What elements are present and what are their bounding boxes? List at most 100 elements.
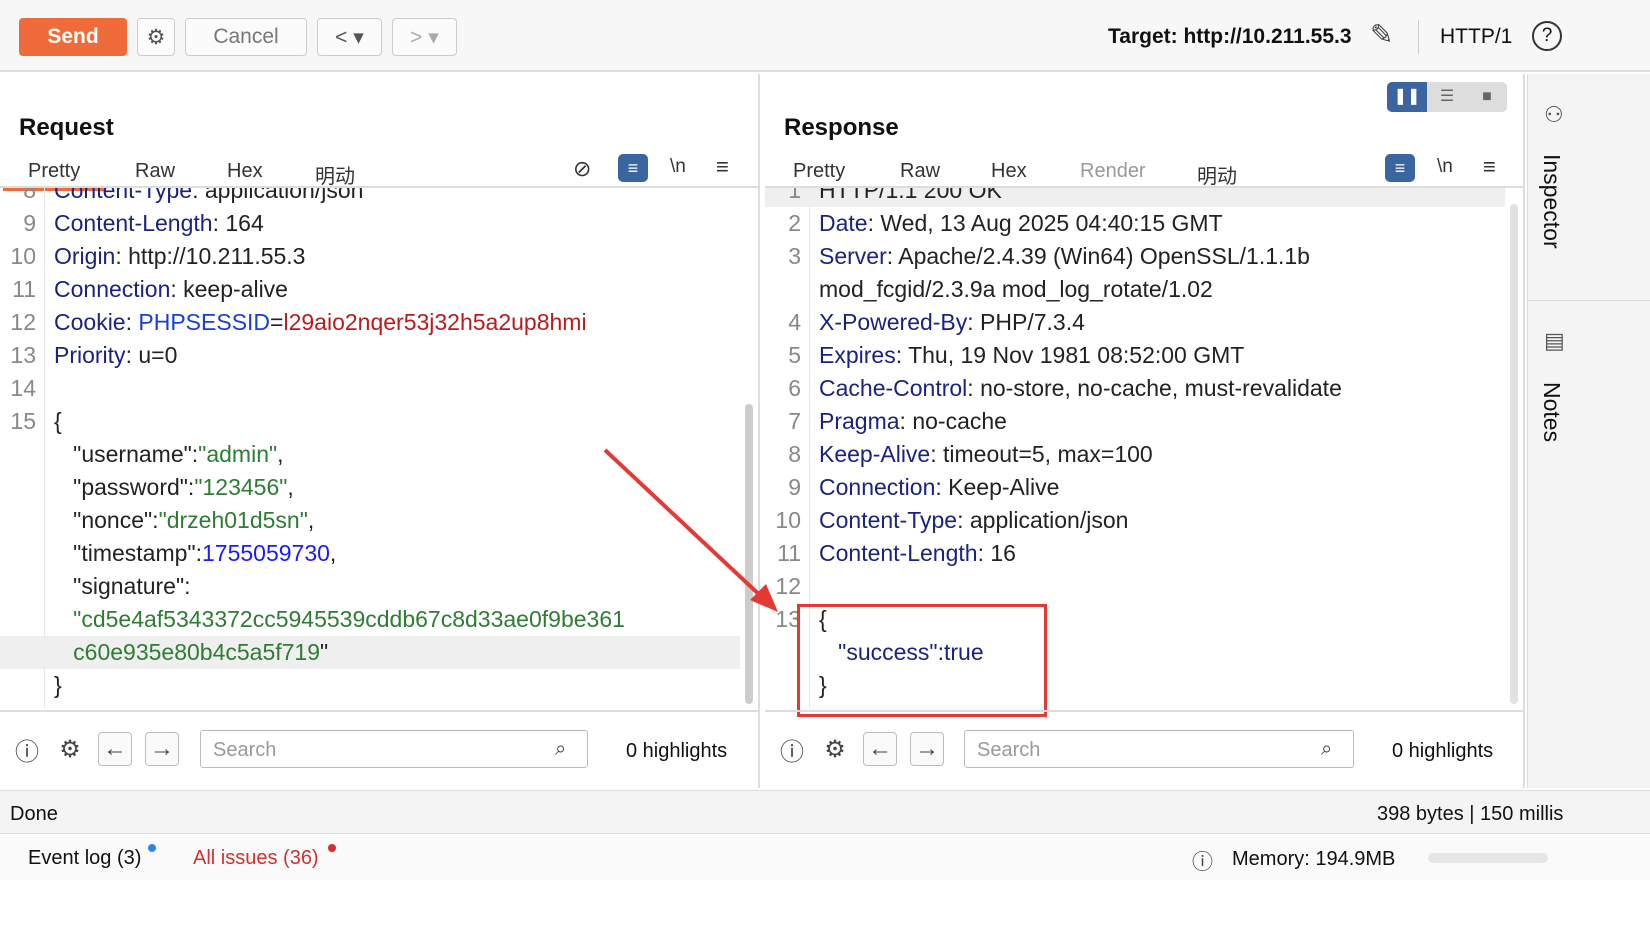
token: Cache-Control: [819, 375, 968, 401]
code-line: }: [0, 669, 740, 702]
line-text: Keep-Alive: timeout=5, max=100: [809, 441, 1153, 468]
cancel-button[interactable]: Cancel: [185, 18, 307, 56]
token: : 16: [977, 540, 1016, 566]
edit-pencil-icon[interactable]: ✎: [1370, 18, 1393, 51]
settings-gear-icon[interactable]: ⚙: [137, 18, 175, 56]
tab-pretty[interactable]: Pretty: [3, 160, 106, 191]
line-text: Connection: keep-alive: [44, 276, 288, 303]
line-number: 14: [10, 375, 36, 401]
tab-hex[interactable]: Hex: [227, 160, 263, 183]
line-number: 8: [23, 188, 36, 203]
token: : keep-alive: [170, 276, 288, 302]
token: "cd5e4af5343372cc5945539cddb67c8d33ae0f9…: [54, 606, 625, 632]
token: Server: [819, 243, 887, 269]
next-arrow-icon[interactable]: →: [910, 732, 944, 766]
settings-gear-icon[interactable]: ⚙: [818, 732, 852, 766]
token: Content-Type: [819, 507, 958, 533]
token: : http://10.211.55.3: [115, 243, 306, 269]
previous-arrow-icon[interactable]: ←: [863, 732, 897, 766]
line-text: Content-Type: application/json: [809, 507, 1128, 534]
search-icon: ⌕: [1321, 738, 1333, 760]
back-history-button[interactable]: < ▾: [317, 18, 382, 56]
help-icon[interactable]: ⓘ: [775, 732, 809, 766]
divider: [1528, 300, 1650, 301]
send-button[interactable]: Send: [19, 18, 127, 56]
newline-toggle[interactable]: \n: [1437, 156, 1453, 178]
hide-eye-icon[interactable]: ⊘: [573, 156, 591, 182]
memory-usage: Memory: 194.9MB: [1232, 848, 1396, 870]
token: Connection: [819, 474, 936, 500]
all-issues-link[interactable]: All issues (36): [193, 847, 319, 870]
line-text: HTTP/1.1 200 OK: [809, 188, 1002, 204]
response-tabs: Pretty Raw Hex Render 明动 ≡ \n ≡: [765, 154, 1523, 191]
wrap-lines-icon[interactable]: ≡: [618, 154, 648, 182]
side-rail: ⚇ Inspector ▤ Notes: [1527, 74, 1650, 788]
code-line: 4 X-Powered-By: PHP/7.3.4: [765, 306, 1505, 339]
next-arrow-icon[interactable]: →: [145, 732, 179, 766]
line-text: Connection: Keep-Alive: [809, 474, 1059, 501]
tab-raw[interactable]: Raw: [900, 160, 940, 183]
newline-toggle[interactable]: \n: [670, 156, 686, 178]
tab-chinese-plugin[interactable]: 明动: [1197, 160, 1237, 189]
code-line: 15 {: [0, 405, 740, 438]
layout-stacked-icon[interactable]: ☰: [1427, 82, 1467, 112]
search-icon: ⌕: [555, 738, 567, 760]
token: : Keep-Alive: [935, 474, 1060, 500]
token: =: [270, 309, 284, 335]
code-line: 6 Cache-Control: no-store, no-cache, must…: [765, 372, 1505, 405]
token: :: [125, 309, 139, 335]
request-panel: Request Pretty Raw Hex 明动 ⊘ ≡ \n ≡ 8 Cont…: [0, 74, 760, 788]
event-log-link[interactable]: Event log (3): [28, 847, 141, 870]
scrollbar[interactable]: [1510, 204, 1518, 704]
line-text: Priority: u=0: [44, 342, 177, 369]
forward-history-button[interactable]: > ▾: [392, 18, 457, 56]
status-bar: Done 398 bytes | 150 millis: [0, 790, 1650, 834]
token: HTTP/1.1 200 OK: [819, 188, 1002, 203]
response-stats: 398 bytes | 150 millis: [1377, 803, 1564, 825]
menu-icon[interactable]: ≡: [1483, 154, 1496, 180]
token: "timestamp":: [54, 540, 202, 566]
line-text: "cd5e4af5343372cc5945539cddb67c8d33ae0f9…: [44, 606, 625, 633]
tab-raw[interactable]: Raw: [135, 160, 175, 183]
notes-tab[interactable]: Notes: [1538, 382, 1565, 442]
line-number: 13: [10, 342, 36, 368]
code-line: 9 Connection: Keep-Alive: [765, 471, 1505, 504]
previous-arrow-icon[interactable]: ←: [98, 732, 132, 766]
token: "password":: [54, 474, 195, 500]
code-line: 5 Expires: Thu, 19 Nov 1981 08:52:00 GMT: [765, 339, 1505, 372]
line-text: Date: Wed, 13 Aug 2025 04:40:15 GMT: [809, 210, 1223, 237]
search-input[interactable]: Search: [964, 730, 1354, 768]
token: : application/json: [192, 188, 364, 203]
line-text: "signature":: [44, 573, 190, 600]
line-number: 3: [788, 243, 801, 269]
wrap-lines-icon[interactable]: ≡: [1385, 154, 1415, 182]
line-number: 2: [788, 210, 801, 236]
settings-gear-icon[interactable]: ⚙: [53, 732, 87, 766]
line-text: Server: Apache/2.4.39 (Win64) OpenSSL/1.…: [809, 243, 1310, 270]
help-icon[interactable]: ⓘ: [10, 732, 44, 766]
token: : application/json: [957, 507, 1129, 533]
token: Priority: [54, 342, 126, 368]
tab-chinese-plugin[interactable]: 明动: [315, 160, 355, 189]
layout-single-icon[interactable]: ■: [1467, 82, 1507, 112]
search-input[interactable]: Search: [200, 730, 588, 768]
menu-icon[interactable]: ≡: [716, 154, 729, 180]
tab-hex[interactable]: Hex: [991, 160, 1027, 183]
code-line: 11 Content-Length: 16: [765, 537, 1505, 570]
line-number: 9: [23, 210, 36, 236]
issues-dot: [328, 844, 336, 852]
token: Content-Length: [54, 210, 213, 236]
inspector-icon[interactable]: ⚇: [1544, 102, 1564, 128]
layout-side-by-side-icon[interactable]: ❚❚: [1387, 82, 1427, 112]
token: l29aio2nqer53j32h5a2up8hmi: [283, 309, 587, 335]
help-icon[interactable]: ?: [1532, 21, 1562, 51]
notes-icon[interactable]: ▤: [1544, 328, 1565, 354]
tab-pretty[interactable]: Pretty: [768, 160, 871, 191]
line-text: Cookie: PHPSESSID=l29aio2nqer53j32h5a2up…: [44, 309, 587, 336]
highlight-box: [797, 604, 1047, 717]
toolbar: Send ⚙ Cancel < ▾ > ▾ Target: http://10.…: [0, 0, 1650, 72]
tab-render[interactable]: Render: [1080, 160, 1146, 183]
protocol-selector[interactable]: HTTP/1: [1440, 25, 1512, 49]
inspector-tab[interactable]: Inspector: [1538, 154, 1565, 249]
code-line: 10 Content-Type: application/json: [765, 504, 1505, 537]
